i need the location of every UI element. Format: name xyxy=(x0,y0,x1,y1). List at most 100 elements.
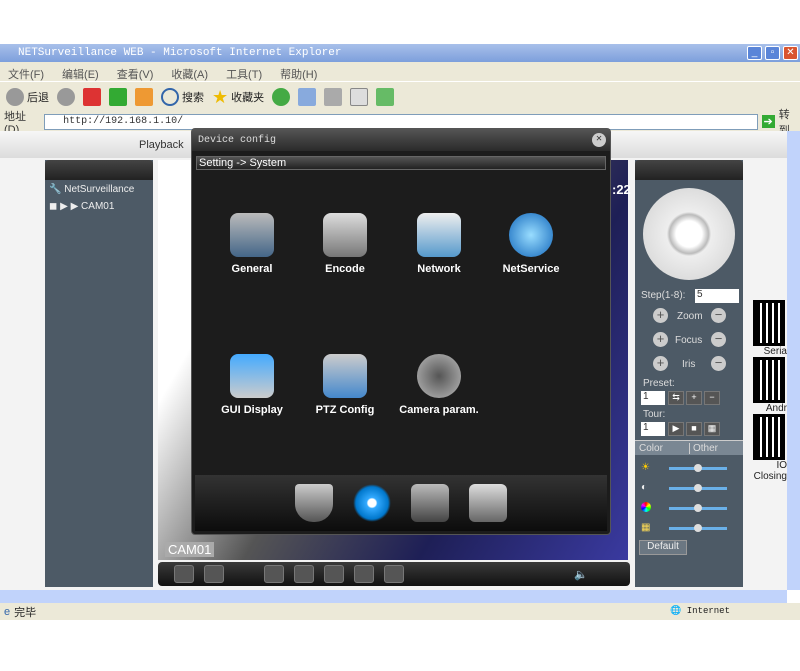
zoom-label: Zoom xyxy=(677,311,703,322)
go-arrow-icon[interactable]: ➔ xyxy=(761,115,775,128)
config-encode[interactable]: Encode xyxy=(300,213,390,275)
menu-help[interactable]: 帮助(H) xyxy=(280,66,317,81)
qr-code-android xyxy=(753,357,785,403)
info-checklist-icon[interactable] xyxy=(469,484,507,522)
focus-out-button[interactable]: − xyxy=(711,332,726,347)
dialog-title: Device config xyxy=(198,135,277,146)
play-all-button[interactable] xyxy=(264,565,284,583)
menu-tools[interactable]: 工具(T) xyxy=(226,66,262,81)
favorites-label: 收藏夹 xyxy=(231,92,265,104)
record-stop-button[interactable] xyxy=(384,565,404,583)
default-button[interactable]: Default xyxy=(639,540,687,555)
menu-favorites[interactable]: 收藏(A) xyxy=(171,66,208,81)
favorites-button[interactable]: ★ 收藏夹 xyxy=(212,87,264,107)
hue-slider[interactable] xyxy=(669,524,727,532)
config-camera-param[interactable]: Camera param. xyxy=(394,354,484,416)
tab-other[interactable]: Other xyxy=(689,443,718,454)
iris-close-button[interactable]: − xyxy=(711,356,726,371)
ptz-panel: Step(1-8): 5 + Zoom − + Focus − + Iris − Prese… xyxy=(635,160,743,587)
dialog-close-icon[interactable]: ✕ xyxy=(592,133,606,147)
security-zone: 🌐 Internet xyxy=(670,606,730,616)
saturation-slider[interactable] xyxy=(669,504,727,512)
maximize-button[interactable]: ▫ xyxy=(765,46,780,60)
snapshot-button[interactable] xyxy=(324,565,344,583)
ptz-direction-pad[interactable] xyxy=(643,188,735,280)
menu-view[interactable]: 查看(V) xyxy=(117,66,154,81)
qr-label: Seria xyxy=(763,346,787,357)
fullscreen-button[interactable] xyxy=(174,565,194,583)
record-start-button[interactable] xyxy=(354,565,374,583)
system-gear-icon[interactable] xyxy=(353,484,391,522)
refresh-button[interactable] xyxy=(109,88,127,106)
zoom-out-button[interactable]: − xyxy=(711,308,726,323)
menu-file[interactable]: 文件(F) xyxy=(8,66,44,81)
mail-button[interactable] xyxy=(298,88,317,106)
hue-icon: ▦ xyxy=(641,522,651,533)
focus-in-button[interactable]: + xyxy=(653,332,668,347)
stop-all-button[interactable] xyxy=(294,565,314,583)
menu-edit[interactable]: 编辑(E) xyxy=(62,66,99,81)
tour-label: Tour: xyxy=(643,409,666,420)
stop-icon[interactable]: ◼ xyxy=(49,201,57,212)
single-view-button[interactable] xyxy=(204,565,224,583)
contrast-icon: ◐ xyxy=(641,482,648,493)
preset-label: Preset: xyxy=(643,378,675,389)
tree-camera[interactable]: ◼ ▶ ▶ CAM01 xyxy=(49,201,149,212)
tab-color[interactable]: Color xyxy=(639,443,663,454)
search-label: 搜索 xyxy=(182,92,204,104)
tour-play-button[interactable]: ▶ xyxy=(668,422,684,436)
video-control-bar: 🔈 xyxy=(158,562,630,586)
config-netservice[interactable]: NetService xyxy=(486,213,576,275)
step-input[interactable]: 5 xyxy=(695,289,739,303)
config-ptz[interactable]: PTZ Config xyxy=(300,354,390,416)
print-button[interactable] xyxy=(324,88,343,106)
brightness-slider[interactable] xyxy=(669,464,727,472)
horizontal-scrollbar[interactable] xyxy=(0,590,787,603)
focus-label: Focus xyxy=(675,335,703,346)
preset-add-button[interactable]: + xyxy=(686,391,702,405)
config-gui-display[interactable]: GUI Display xyxy=(207,354,297,416)
wrench-gear-icon xyxy=(230,213,274,257)
config-general[interactable]: General xyxy=(207,213,297,275)
camera-label: CAM01 xyxy=(81,201,115,212)
home-button[interactable] xyxy=(135,88,153,106)
tour-stop-button[interactable]: ■ xyxy=(686,422,702,436)
menu-bar: 文件(F) 编辑(E) 查看(V) 收藏(A) 工具(T) 帮助(H) xyxy=(0,62,800,81)
baidu-button[interactable] xyxy=(376,88,395,106)
vertical-scrollbar[interactable] xyxy=(787,131,800,590)
mute-icon[interactable]: 🔈 xyxy=(574,568,588,581)
search-icon xyxy=(161,88,179,106)
back-arrow-icon xyxy=(6,88,24,106)
preset-goto-button[interactable]: ⇆ xyxy=(668,391,684,405)
preset-remove-button[interactable]: − xyxy=(704,391,720,405)
back-label: 后退 xyxy=(27,92,49,104)
alarm-shield-icon[interactable] xyxy=(295,484,333,522)
back-button[interactable]: 后退 xyxy=(6,87,49,107)
play-icon[interactable]: ▶ xyxy=(60,201,68,212)
history-button[interactable] xyxy=(272,88,291,106)
iris-open-button[interactable]: + xyxy=(653,356,668,371)
config-network[interactable]: Network xyxy=(394,213,484,275)
edit-button[interactable] xyxy=(350,88,369,106)
management-tools-icon[interactable] xyxy=(411,484,449,522)
tree-root-label: NetSurveillance xyxy=(64,184,135,195)
tree-root[interactable]: 🔧 NetSurveillance xyxy=(49,184,149,195)
tour-input[interactable]: 1 xyxy=(641,422,665,436)
item-label: General xyxy=(231,263,273,275)
window-title: NETSurveillance WEB - Microsoft Internet… xyxy=(0,44,800,62)
item-label: NetService xyxy=(502,263,560,275)
minimize-button[interactable]: _ xyxy=(747,46,762,60)
zoom-in-button[interactable]: + xyxy=(653,308,668,323)
close-button[interactable]: ✕ xyxy=(783,46,798,60)
qr-label: Closing xyxy=(753,471,787,482)
playback-tab[interactable]: Playback xyxy=(139,139,184,151)
zone-label: Internet xyxy=(686,606,730,616)
tour-grid-button[interactable]: ▦ xyxy=(704,422,720,436)
forward-button[interactable] xyxy=(57,88,75,106)
preset-input[interactable]: 1 xyxy=(641,391,665,405)
device-config-dialog: Device config ✕ Setting -> System General… xyxy=(191,128,611,535)
search-button[interactable]: 搜索 xyxy=(161,87,204,107)
contrast-slider[interactable] xyxy=(669,484,727,492)
saturation-icon xyxy=(641,502,651,512)
stop-button[interactable] xyxy=(83,88,101,106)
